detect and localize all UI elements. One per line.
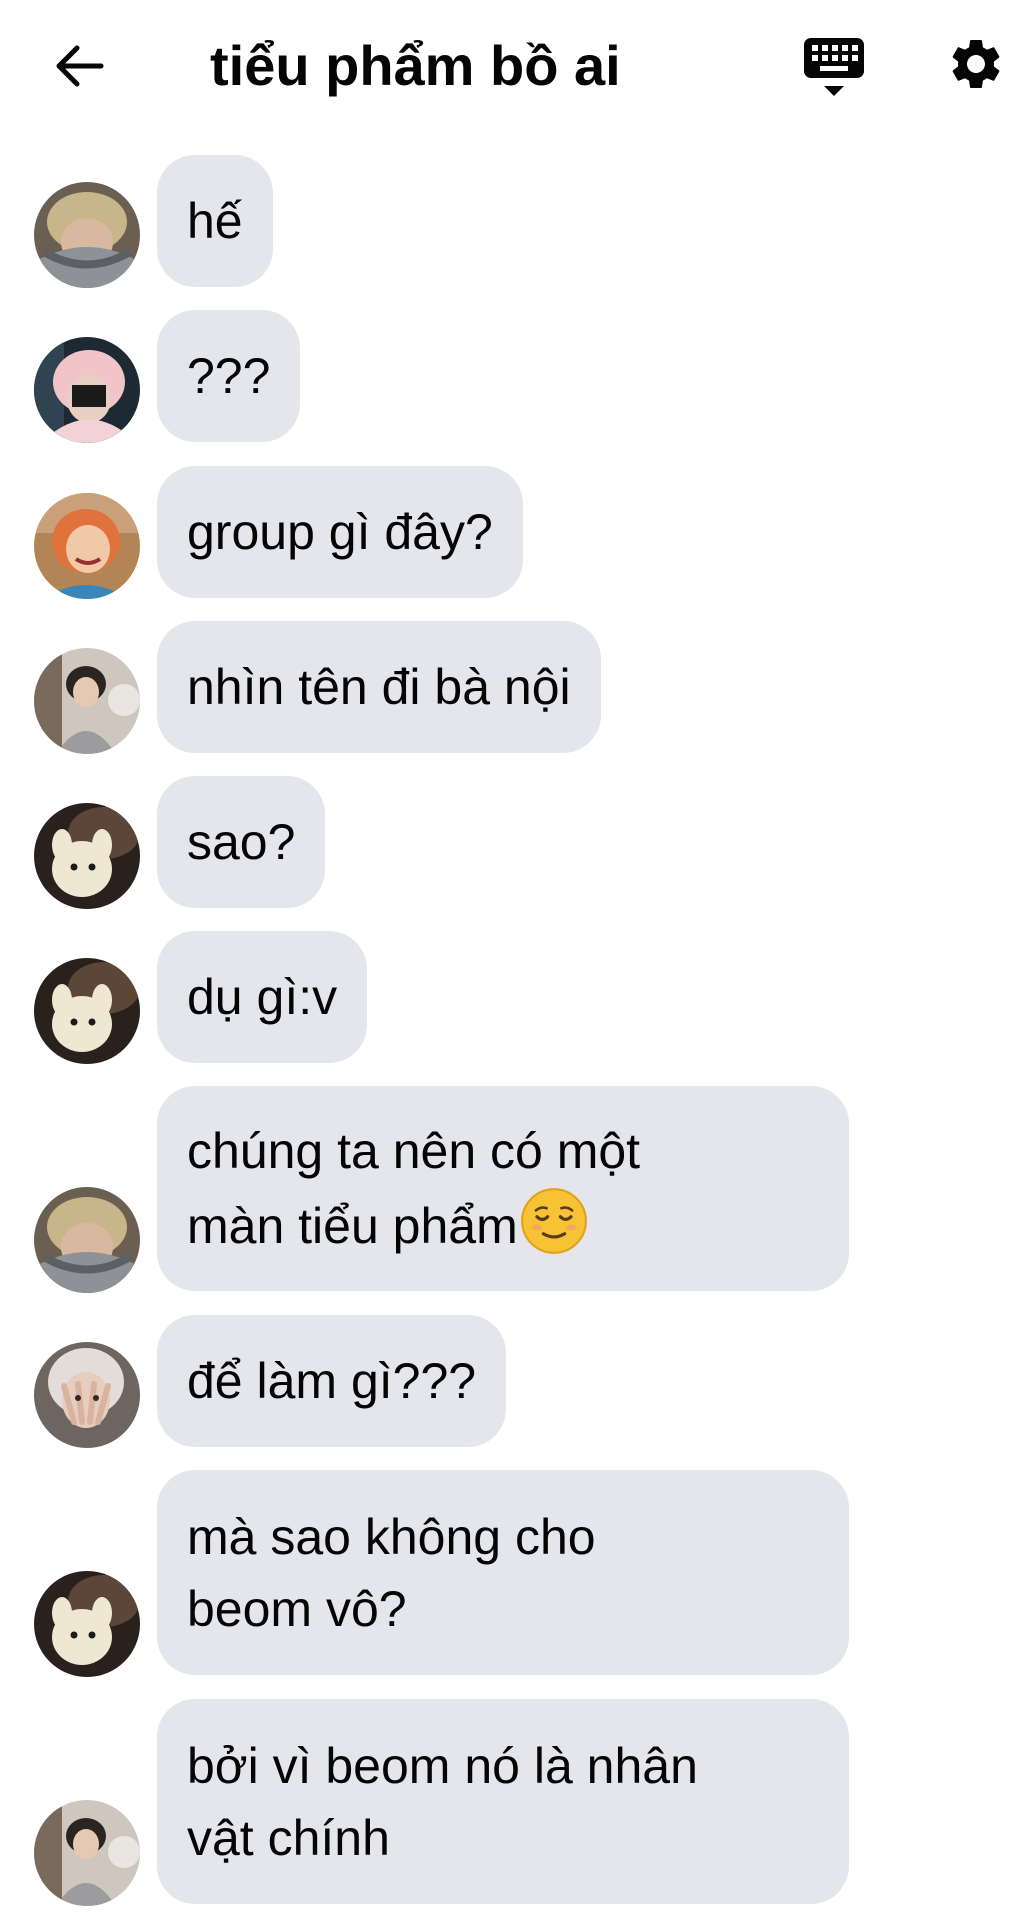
avatar-5	[34, 803, 140, 909]
message-text: bởi vì beom nó là nhân vật chính	[187, 1737, 698, 1866]
avatar[interactable]	[34, 648, 140, 754]
message-text: nhìn tên đi bà nội	[187, 659, 571, 715]
message-bubble[interactable]: bởi vì beom nó là nhân vật chính	[157, 1699, 849, 1904]
avatar[interactable]	[34, 1571, 140, 1677]
relieved-face-emoji	[520, 1188, 587, 1254]
message-bubble[interactable]: để làm gì???	[157, 1315, 507, 1447]
message-text: mà sao không cho beom vô?	[187, 1508, 596, 1637]
avatar-1	[34, 1187, 140, 1293]
message-list: hế ??? group gì đây? nhìn tên đi bà nội …	[0, 0, 1035, 1920]
message-text: chúng ta nên có một màn tiểu phẩm	[187, 1115, 640, 1262]
avatar-3	[34, 493, 140, 599]
message-bubble[interactable]: sao?	[157, 776, 326, 908]
message-bubble[interactable]: chúng ta nên có một màn tiểu phẩm	[157, 1086, 849, 1291]
message-text: dụ gì:v	[187, 969, 338, 1025]
message-bubble[interactable]: nhìn tên đi bà nội	[157, 621, 601, 753]
message-text: group gì đây?	[187, 504, 493, 560]
avatar-1	[34, 182, 140, 288]
avatar-5	[34, 958, 140, 1064]
avatar[interactable]	[34, 182, 140, 288]
message-text: để làm gì???	[187, 1353, 477, 1409]
avatar[interactable]	[34, 337, 140, 443]
avatar[interactable]	[34, 803, 140, 909]
avatar-5	[34, 1571, 140, 1677]
avatar[interactable]	[34, 1800, 140, 1906]
message-bubble[interactable]: dụ gì:v	[157, 931, 368, 1063]
message-text: hế	[187, 193, 243, 249]
message-text: sao?	[187, 814, 296, 870]
avatar-6	[34, 1342, 140, 1448]
message-bubble[interactable]: group gì đây?	[157, 466, 523, 598]
avatar[interactable]	[34, 1342, 140, 1448]
message-text: ???	[187, 348, 271, 404]
avatar-2	[34, 337, 140, 443]
avatar[interactable]	[34, 493, 140, 599]
avatar-4	[34, 648, 140, 754]
message-bubble[interactable]: ???	[157, 310, 301, 442]
avatar[interactable]	[34, 1187, 140, 1293]
avatar[interactable]	[34, 958, 140, 1064]
avatar-4	[34, 1800, 140, 1906]
message-bubble[interactable]: mà sao không cho beom vô?	[157, 1470, 849, 1675]
message-bubble[interactable]: hế	[157, 155, 273, 287]
